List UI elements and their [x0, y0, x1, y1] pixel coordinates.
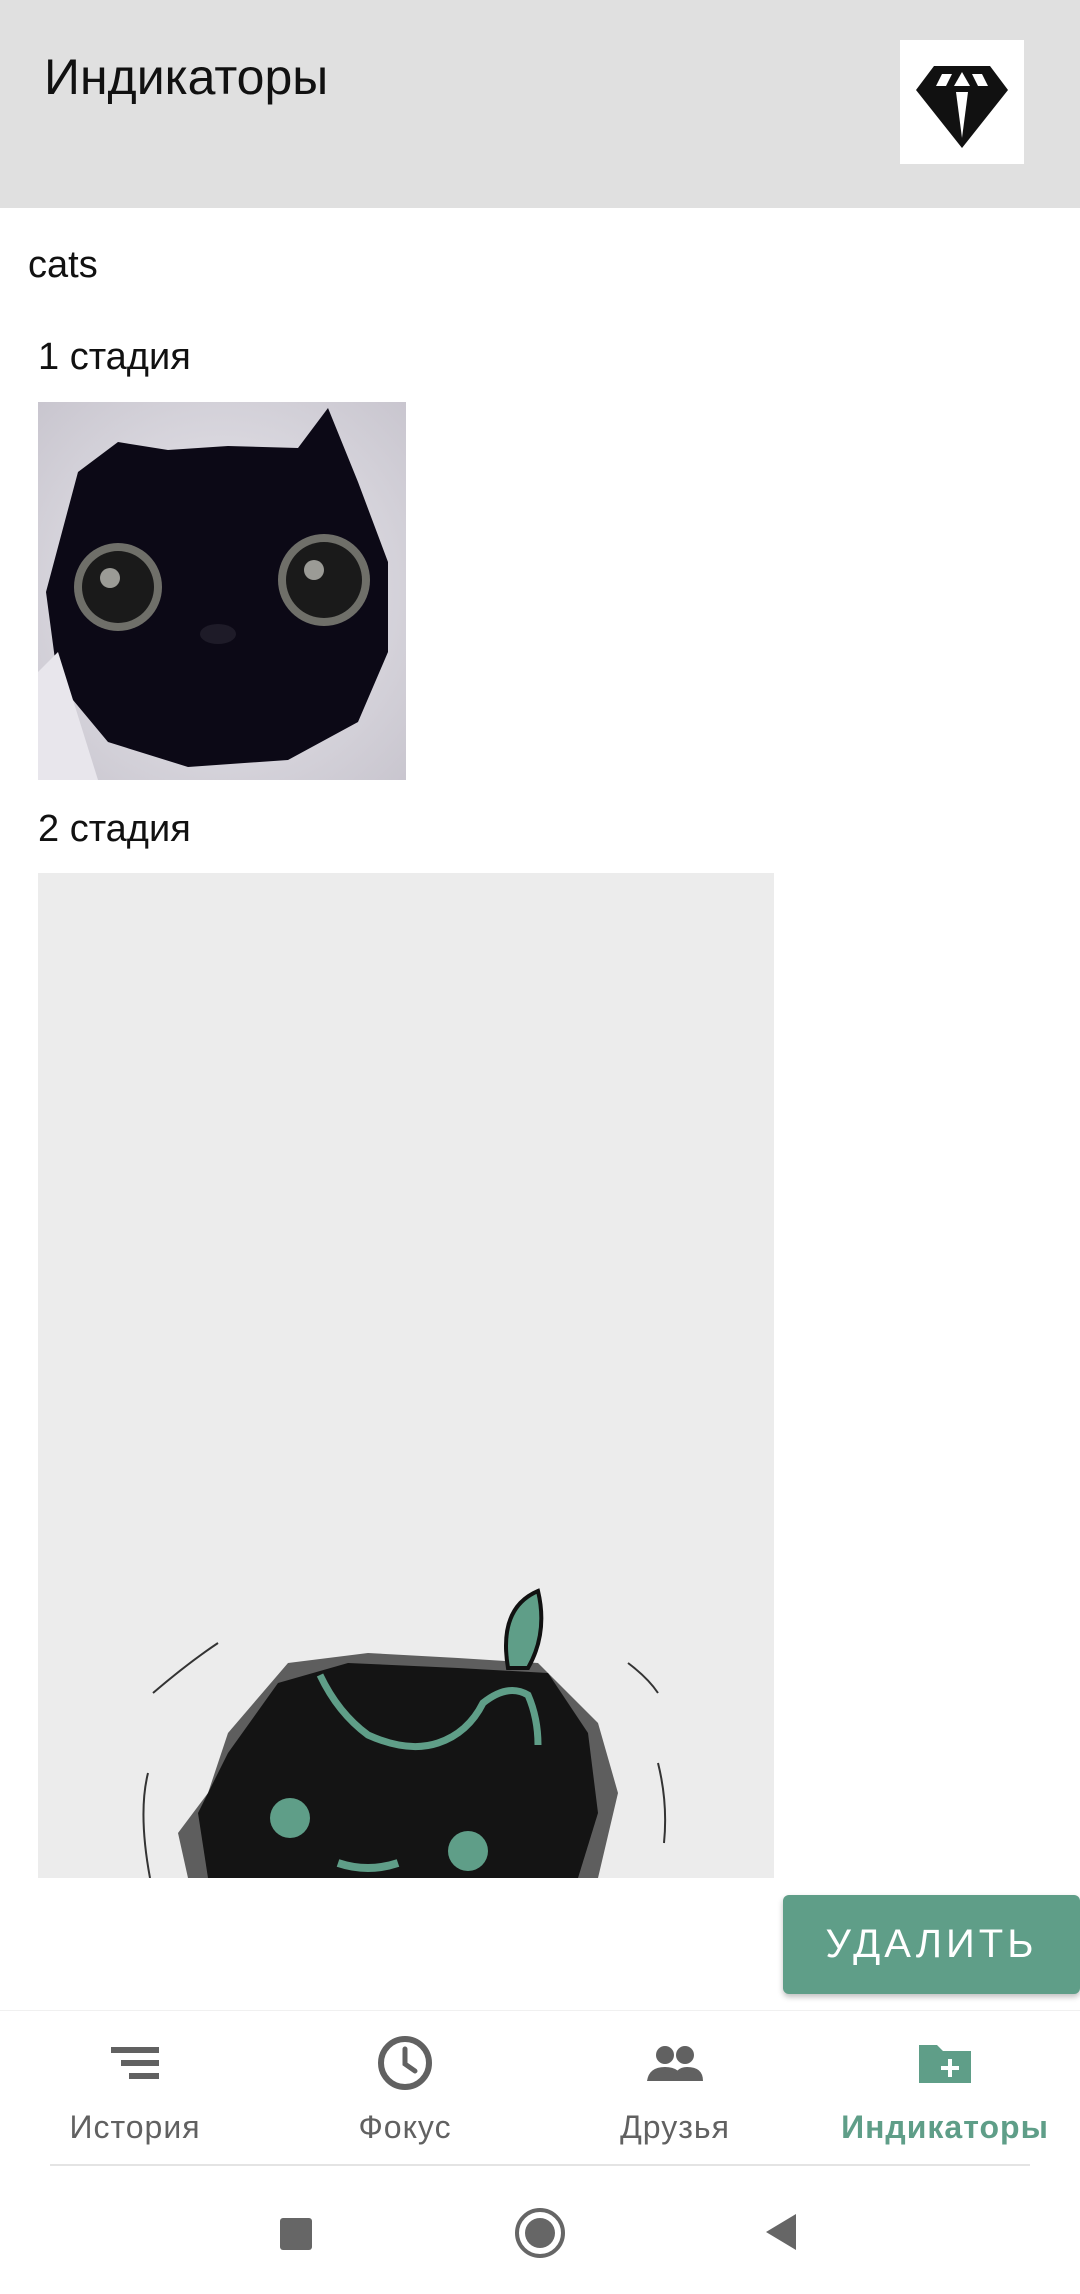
menu-lines-icon [111, 2047, 159, 2079]
nav-label-indicators: Индикаторы [841, 2109, 1049, 2145]
indicator-name: cats [28, 244, 98, 286]
bottom-navigation: История Фокус Друзья Индикаторы [0, 2010, 1080, 2164]
stage-2-image[interactable] [38, 873, 774, 1879]
nav-item-indicators[interactable]: Индикаторы [810, 2011, 1080, 2164]
app-bar: Индикаторы [0, 0, 1080, 208]
recents-square-icon[interactable] [276, 2214, 316, 2254]
nav-item-history[interactable]: История [0, 2011, 270, 2164]
nav-item-friends[interactable]: Друзья [540, 2011, 810, 2164]
nav-label-history: История [69, 2109, 201, 2145]
nav-label-friends: Друзья [620, 2109, 730, 2145]
stage-2-label: 2 стадия [38, 808, 191, 850]
clock-icon [378, 2036, 432, 2090]
page-title: Индикаторы [44, 49, 329, 105]
nav-label-focus: Фокус [358, 2109, 452, 2145]
stage-1-image[interactable] [38, 402, 406, 780]
people-icon [647, 2046, 703, 2081]
diamond-icon[interactable] [900, 40, 1024, 164]
back-triangle-icon[interactable] [760, 2210, 804, 2254]
stage-1-label: 1 стадия [38, 336, 191, 378]
folder-add-icon [919, 2045, 971, 2083]
home-circle-icon[interactable] [513, 2206, 567, 2260]
system-navigation-bar [0, 2166, 1080, 2294]
nav-item-focus[interactable]: Фокус [270, 2011, 540, 2164]
delete-button[interactable]: УДАЛИТЬ [783, 1895, 1080, 1994]
